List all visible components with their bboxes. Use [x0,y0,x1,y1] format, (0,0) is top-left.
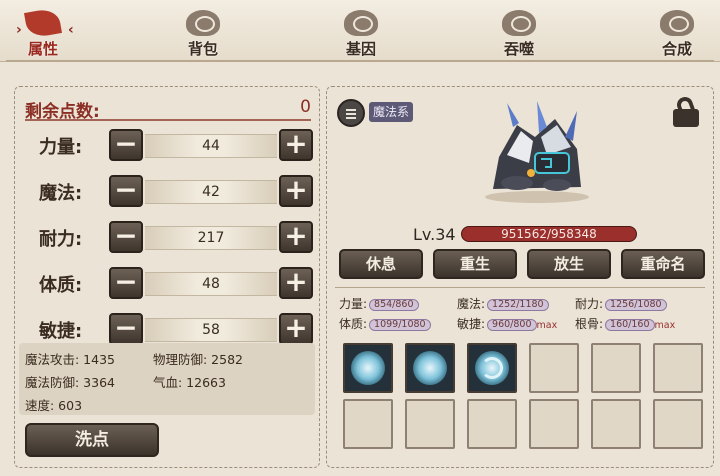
growth-constitution: 体质: 1099/1080 [339,315,431,332]
stat-row-strength: 力量: − 44 + [25,129,315,163]
unlocked-padlock-icon[interactable] [673,94,699,127]
pet-info-panel: 魔法系 Lv.34 951562/958348 休息 重生 放生 重命名 力量:… [326,86,714,468]
gene-icon [344,10,378,36]
magic-value: 42 [145,180,277,204]
menu-list-icon[interactable] [337,99,365,127]
constitution-value: 48 [145,272,277,296]
skill-slot-12[interactable] [653,399,703,449]
attribute-points-panel: 剩余点数: 0 力量: − 44 + 魔法: − 42 + 耐力: − 217 … [14,86,320,468]
skill-slot-10[interactable] [529,399,579,449]
rename-button[interactable]: 重命名 [621,249,705,279]
tab-devour[interactable]: 吞噬 [484,10,554,58]
skill-slot-6[interactable] [653,343,703,393]
stat-row-constitution: 体质: − 48 + [25,267,315,301]
reset-points-button[interactable]: 洗点 [25,423,159,457]
skill-slot-9[interactable] [467,399,517,449]
tab-attribute-label: 属性 [27,40,58,58]
stat-name: 体质: [39,275,83,296]
physical-defense-text: 物理防御: 2582 [153,352,243,367]
endurance-value: 217 [145,226,277,250]
hp-text: 气血: 12663 [153,375,226,390]
growth-label: 体质: [339,317,368,331]
pet-hp-bar: 951562/958348 [461,226,637,242]
pet-level: Lv.34 [413,225,456,244]
ice-dragon-skill-icon [413,351,447,385]
tab-synthesis[interactable]: 合成 [642,10,712,58]
growth-label: 敏捷: [457,317,486,331]
growth-pill: 960/800 [487,318,537,331]
section-divider [335,287,705,288]
agility-value: 58 [145,318,277,342]
magic-defense-text: 魔法防御: 3364 [25,375,115,390]
skill-slot-11[interactable] [591,399,641,449]
max-tag: max [654,320,676,331]
stat-row-agility: 敏捷: − 58 + [25,313,315,347]
constitution-minus-button[interactable]: − [109,267,143,299]
skill-slot-1[interactable] [343,343,393,393]
growth-pill: 1256/1080 [605,298,667,311]
nav-divider [6,60,714,62]
endurance-plus-button[interactable]: + [279,221,313,253]
growth-label: 力量: [339,297,368,311]
skill-slot-7[interactable] [343,399,393,449]
stat-name: 敏捷: [39,321,83,342]
stat-name: 力量: [39,137,83,158]
remaining-points-label: 剩余点数: [25,102,100,122]
max-tag: max [536,320,558,331]
tab-attribute[interactable]: 属性 [8,7,78,58]
agility-minus-button[interactable]: − [109,313,143,345]
stat-row-endurance: 耐力: − 217 + [25,221,315,255]
growth-label: 耐力: [575,297,604,311]
element-type-badge: 魔法系 [369,102,414,122]
strength-minus-button[interactable]: − [109,129,143,161]
speed-text: 速度: 603 [25,398,83,413]
tab-synthesis-label: 合成 [661,40,692,58]
strength-value: 44 [145,134,277,158]
tab-bag[interactable]: 背包 [168,10,238,58]
endurance-minus-button[interactable]: − [109,221,143,253]
strength-plus-button[interactable]: + [279,129,313,161]
attribute-flame-icon [24,7,62,39]
magic-plus-button[interactable]: + [279,175,313,207]
growth-agility: 敏捷: 960/800 max [457,315,557,332]
growth-pill: 1252/1180 [487,298,549,311]
tab-gene[interactable]: 基因 [326,10,396,58]
skill-slot-2[interactable] [405,343,455,393]
stat-name: 耐力: [39,229,83,250]
growth-magic: 魔法: 1252/1180 [457,295,549,312]
growth-label: 魔法: [457,297,486,311]
bag-icon [186,10,220,36]
remaining-points-row: 剩余点数: 0 [25,95,311,122]
derived-stats: 魔法攻击: 1435 物理防御: 2582 魔法防御: 3364 气血: 126… [19,343,315,415]
growth-bone: 根骨: 160/160 max [575,315,675,332]
tab-devour-label: 吞噬 [503,40,534,58]
growth-strength: 力量: 854/860 [339,295,419,312]
remaining-points-value: 0 [300,97,311,117]
skill-slot-3[interactable] [467,343,517,393]
devour-icon [502,10,536,36]
tab-bag-label: 背包 [187,40,218,58]
constitution-plus-button[interactable]: + [279,267,313,299]
skill-slot-8[interactable] [405,399,455,449]
skill-slot-4[interactable] [529,343,579,393]
release-button[interactable]: 放生 [527,249,611,279]
growth-label: 根骨: [575,317,604,331]
magic-attack-text: 魔法攻击: 1435 [25,352,115,367]
pet-creature-image [485,101,589,203]
growth-pill: 854/860 [369,298,419,311]
growth-pill: 1099/1080 [369,318,431,331]
ice-beast-skill-icon [351,351,385,385]
stat-row-magic: 魔法: − 42 + [25,175,315,209]
tab-gene-label: 基因 [345,40,376,58]
rest-button[interactable]: 休息 [339,249,423,279]
rebirth-button[interactable]: 重生 [433,249,517,279]
growth-pill: 160/160 [605,318,655,331]
skill-slot-5[interactable] [591,343,641,393]
magic-minus-button[interactable]: − [109,175,143,207]
top-navigation: › ‹ 属性 背包 基因 吞噬 合成 [0,0,720,62]
stat-name: 魔法: [39,183,83,204]
synthesis-icon [660,10,694,36]
growth-endurance: 耐力: 1256/1080 [575,295,667,312]
agility-plus-button[interactable]: + [279,313,313,345]
